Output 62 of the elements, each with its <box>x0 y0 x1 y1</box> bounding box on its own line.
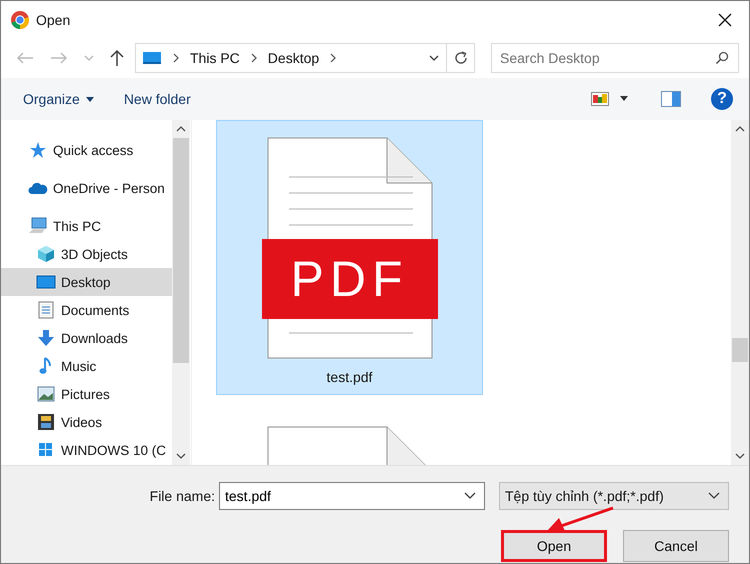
chevron-right-icon[interactable] <box>329 52 338 64</box>
download-arrow-icon <box>37 329 55 347</box>
file-type-dropdown[interactable]: Tệp tùy chỉnh (*.pdf;*.pdf) <box>499 482 729 510</box>
chevron-down-icon <box>708 492 720 500</box>
chevron-up-icon[interactable] <box>176 126 186 132</box>
refresh-button[interactable] <box>447 43 475 73</box>
breadcrumb[interactable]: This PC <box>190 50 240 66</box>
scrollbar[interactable] <box>731 120 749 465</box>
file-name: test.pdf <box>326 369 372 385</box>
navigation-item[interactable]: Videos <box>1 408 172 436</box>
star-icon <box>29 141 47 159</box>
new-folder-button[interactable]: New folder <box>114 87 201 111</box>
chevron-down-icon[interactable] <box>176 453 186 459</box>
caret-icon <box>86 96 94 102</box>
chevron-down-icon[interactable] <box>735 453 745 459</box>
navigation-item[interactable]: WINDOWS 10 (C <box>1 436 172 464</box>
scrollbar-thumb[interactable] <box>732 338 748 362</box>
scrollbar-thumb[interactable] <box>173 138 189 363</box>
chevron-down-icon[interactable] <box>464 492 476 500</box>
chevron-right-icon <box>172 52 180 64</box>
close-icon[interactable] <box>717 12 733 28</box>
navigation-item[interactable]: This PC <box>1 212 172 240</box>
navigation-item[interactable]: Quick access <box>1 136 172 164</box>
cloud-icon <box>28 181 48 195</box>
refresh-icon <box>452 50 468 66</box>
cube-icon <box>37 245 55 263</box>
dialog-button[interactable]: Cancel <box>623 530 729 562</box>
chevron-right-icon <box>250 52 258 64</box>
picture-icon <box>37 386 55 402</box>
navigation-item[interactable]: Pictures <box>1 380 172 408</box>
navigation-item[interactable]: Downloads <box>1 324 172 352</box>
breadcrumb[interactable]: Desktop <box>268 50 320 66</box>
chevron-up-icon[interactable] <box>735 126 745 132</box>
preview-pane-icon[interactable] <box>661 91 681 107</box>
navigation-item[interactable]: 3D Objects <box>1 240 172 268</box>
browser-logo-icon <box>10 10 30 30</box>
scrollbar[interactable] <box>172 120 190 465</box>
film-strip-icon <box>37 413 55 431</box>
window-title: Open <box>36 12 70 28</box>
navigation-item[interactable]: OneDrive - Person <box>1 174 172 202</box>
music-note-icon <box>39 357 53 375</box>
document-icon <box>38 301 54 319</box>
windows-logo-icon <box>39 443 53 457</box>
computer-icon <box>28 217 48 235</box>
help-button[interactable]: ? <box>711 88 733 110</box>
caret-icon[interactable] <box>619 96 629 102</box>
file-name-label: File name: <box>150 488 215 504</box>
up-arrow-icon[interactable] <box>109 49 125 67</box>
monitor-icon <box>36 275 56 289</box>
dialog-button[interactable]: Open <box>501 530 607 562</box>
search-icon <box>715 51 729 65</box>
navigation-item[interactable]: Music <box>1 352 172 380</box>
organize-button[interactable]: Organize <box>13 87 104 111</box>
monitor-icon <box>142 50 162 66</box>
navigation-item[interactable]: Desktop <box>1 268 172 296</box>
search-field[interactable]: Search Desktop <box>491 43 739 73</box>
view-options-icon[interactable] <box>591 92 609 106</box>
file-item[interactable]: PDF test.pdf <box>216 120 483 395</box>
navigation-item[interactable]: Documents <box>1 296 172 324</box>
address-bar[interactable]: This PC Desktop <box>135 43 447 73</box>
file-name-field[interactable]: test.pdf <box>219 482 485 510</box>
chevron-down-icon[interactable] <box>428 54 440 62</box>
